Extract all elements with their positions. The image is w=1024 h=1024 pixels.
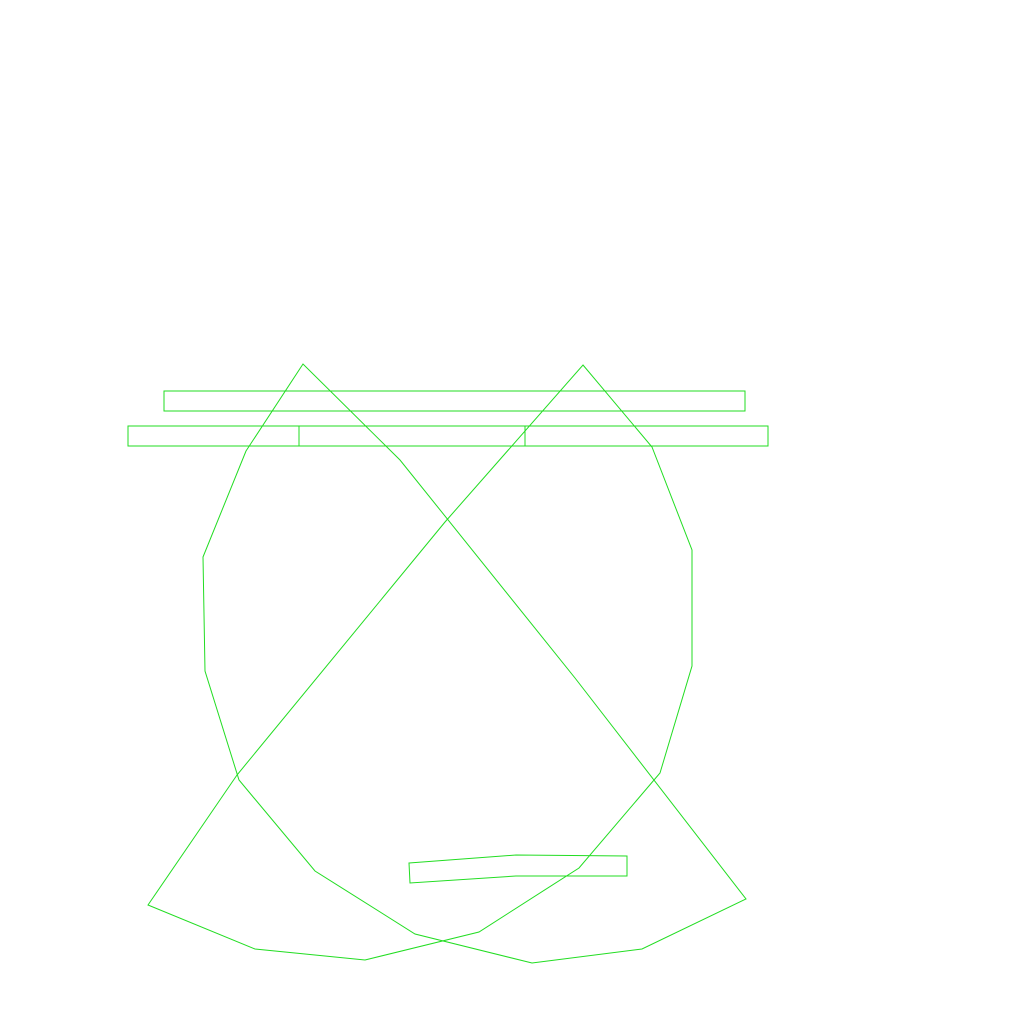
drawing-canvas (0, 0, 1024, 1024)
canvas-background (0, 0, 1024, 1024)
